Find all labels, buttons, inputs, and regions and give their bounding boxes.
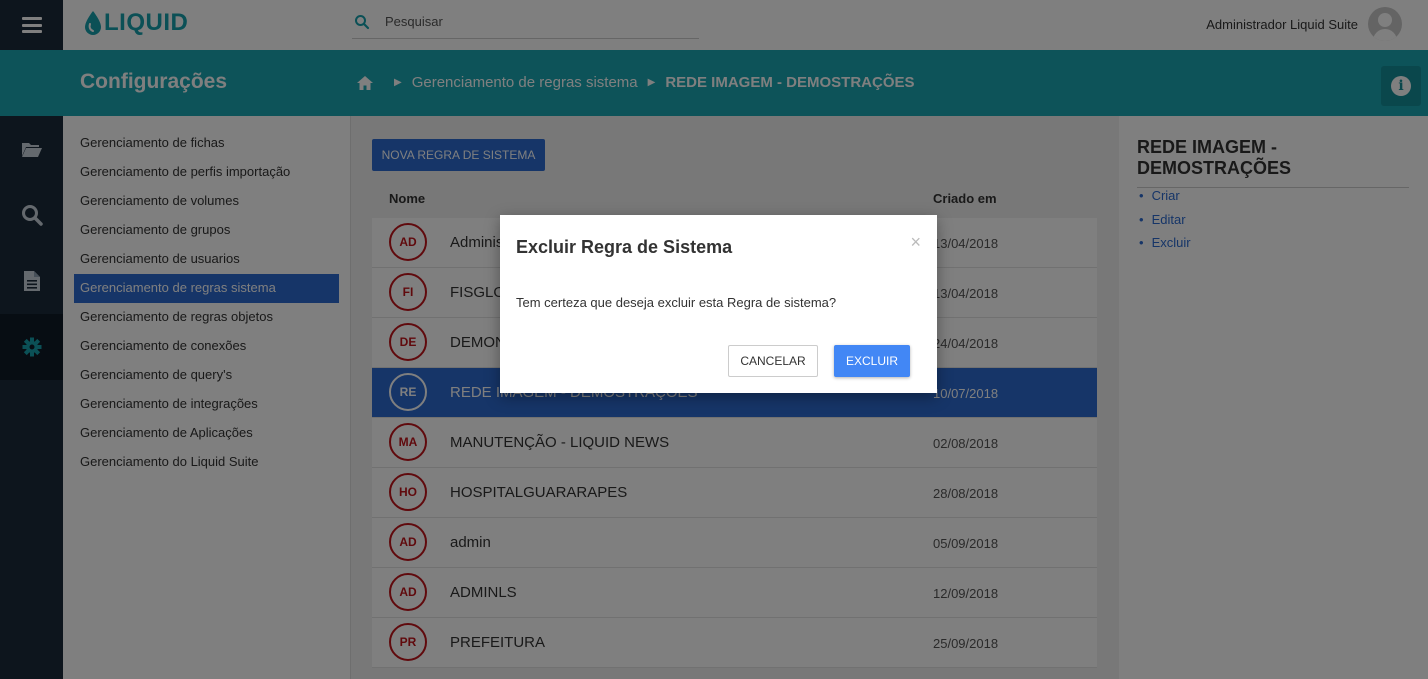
- dialog-message: Tem certeza que deseja excluir esta Regr…: [516, 295, 837, 310]
- delete-rule-dialog: Excluir Regra de Sistema × Tem certeza q…: [500, 215, 937, 393]
- cancel-button[interactable]: CANCELAR: [728, 345, 818, 377]
- dialog-title: Excluir Regra de Sistema: [516, 237, 733, 257]
- confirm-delete-button[interactable]: EXCLUIR: [834, 345, 910, 377]
- close-icon[interactable]: ×: [910, 232, 921, 253]
